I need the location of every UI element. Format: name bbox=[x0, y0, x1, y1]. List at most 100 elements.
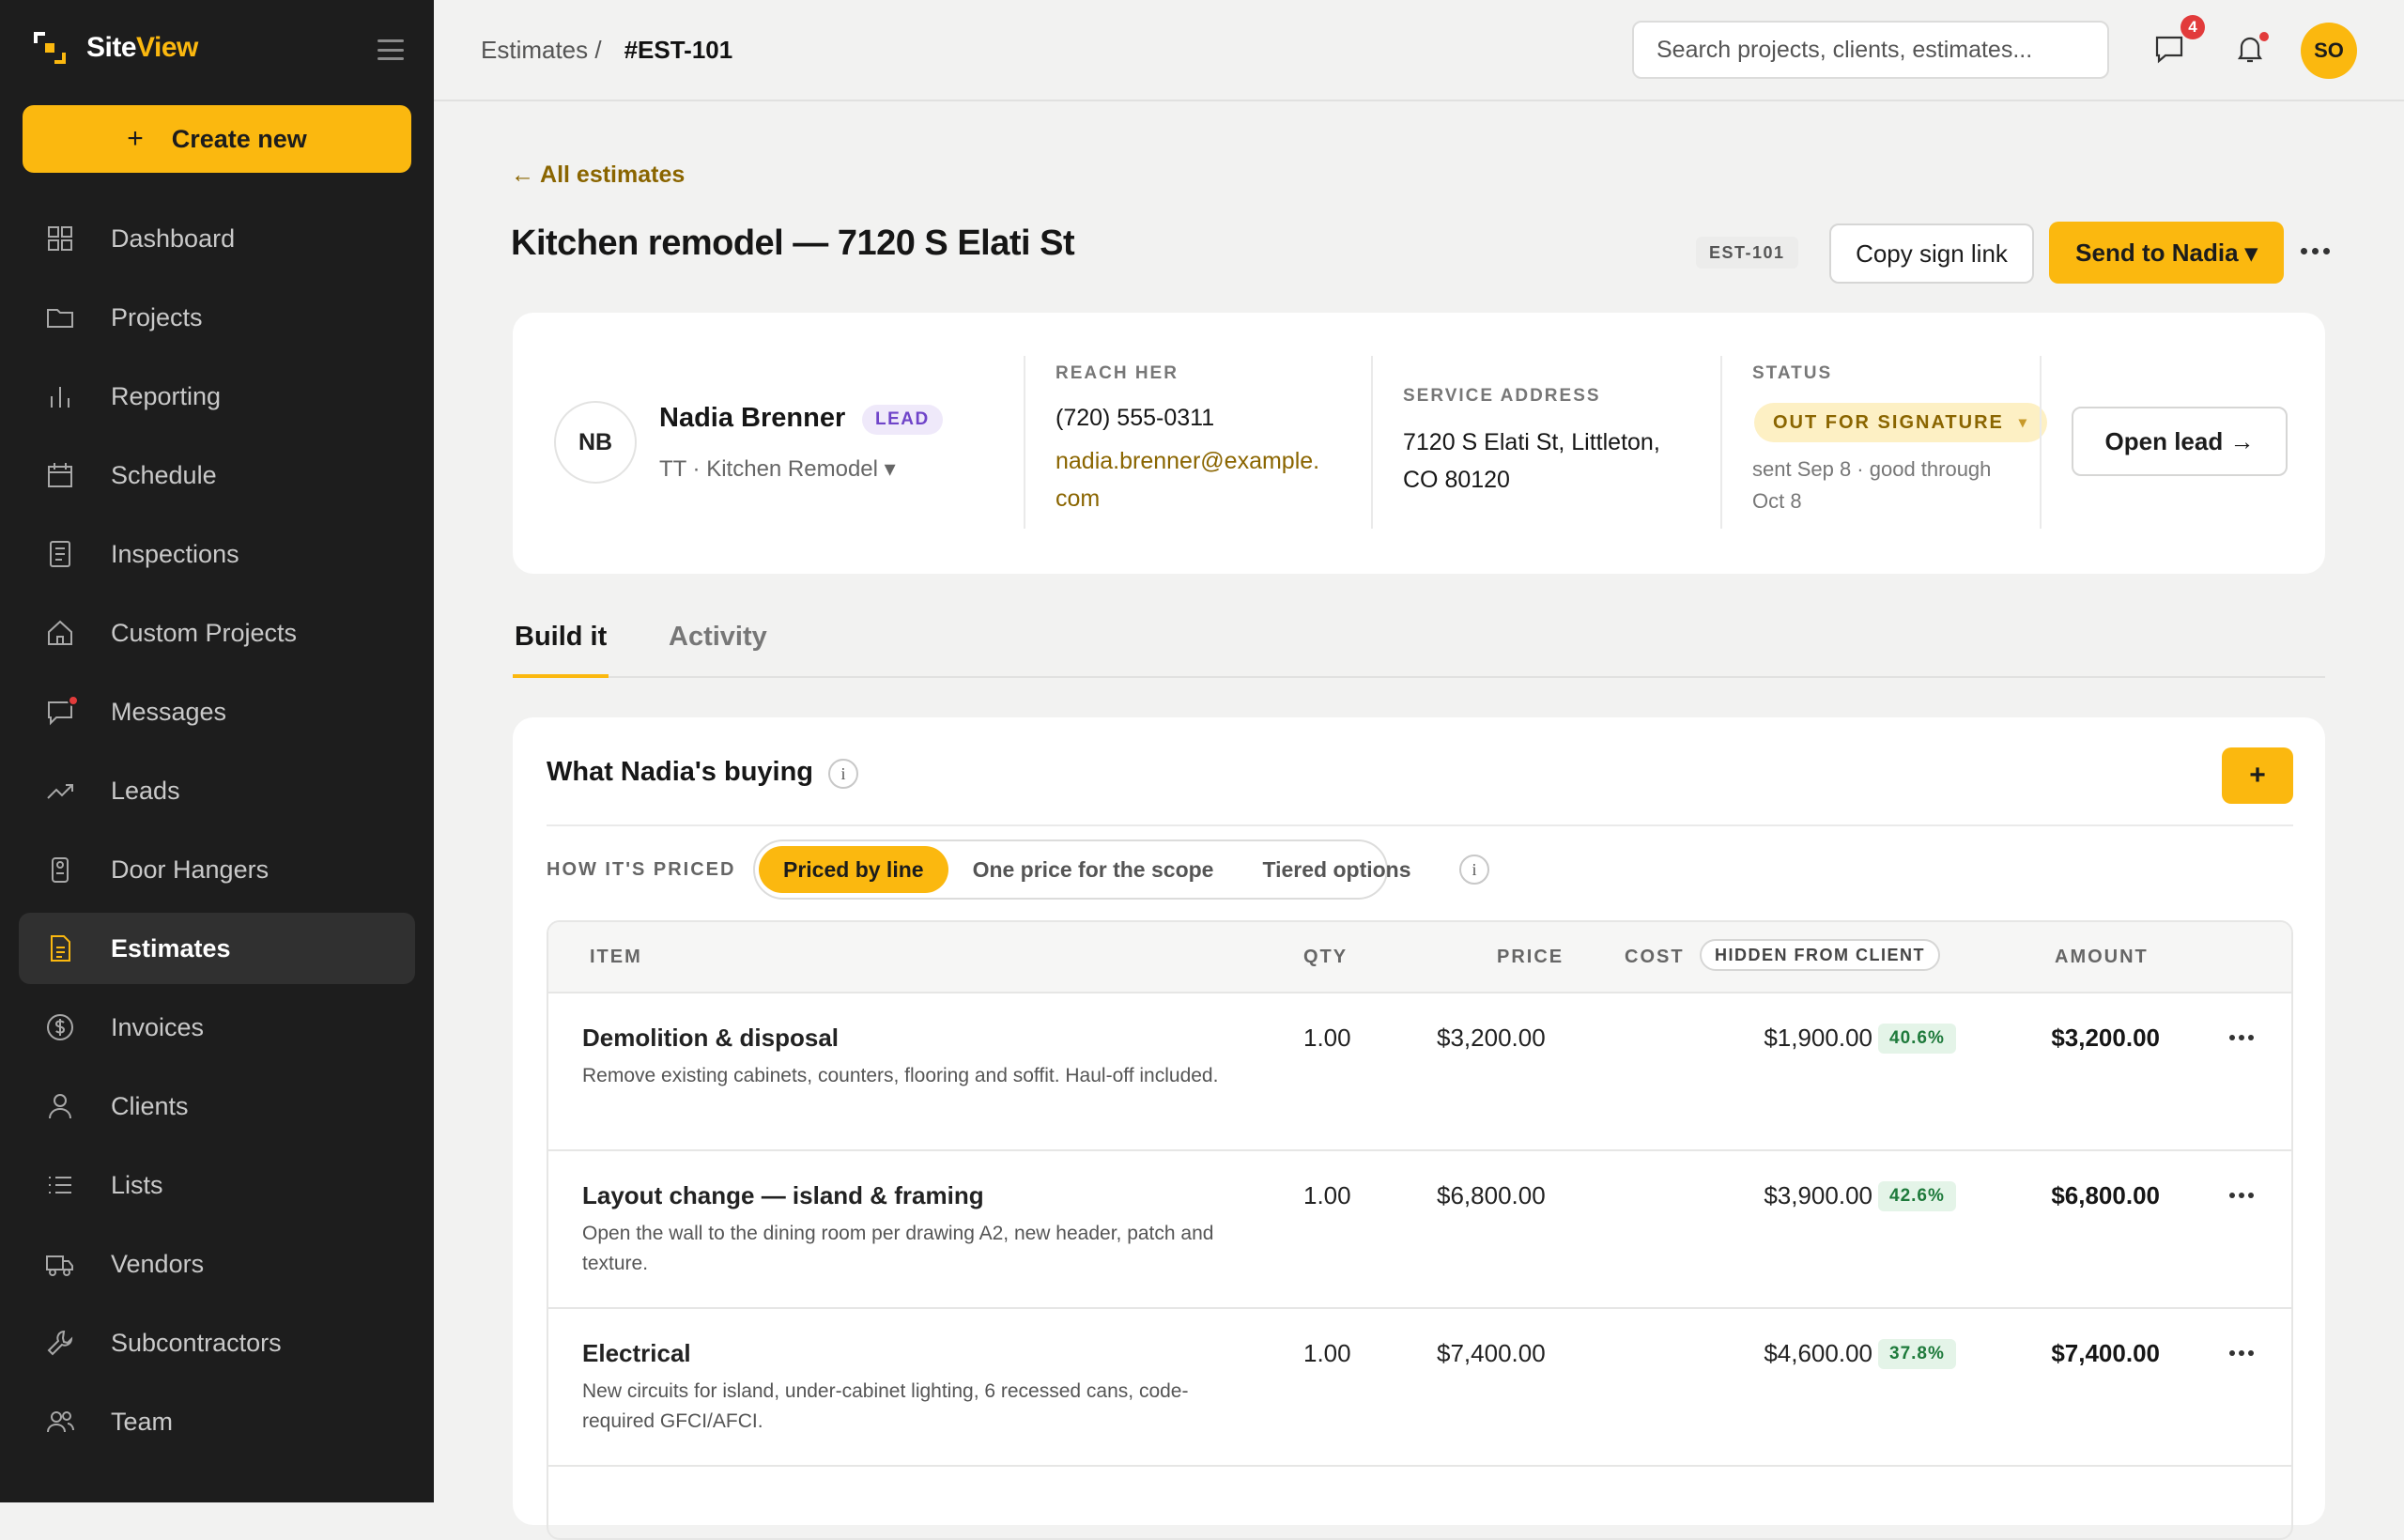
client-name[interactable]: Nadia Brenner bbox=[659, 403, 845, 434]
create-new-button[interactable]: + Create new bbox=[23, 105, 411, 173]
folder-icon bbox=[45, 302, 75, 332]
service-address-line1: 7120 S Elati St, Littleton, bbox=[1403, 429, 1660, 455]
sidebar-item-invoices[interactable]: Invoices bbox=[19, 992, 415, 1063]
sidebar-item-label: Leads bbox=[111, 776, 180, 805]
divider bbox=[547, 824, 2293, 826]
status-note: sent Sep 8 · good through Oct 8 bbox=[1752, 457, 1992, 513]
tab-build-it[interactable]: Build it bbox=[513, 622, 609, 678]
sidebar-item-label: Subcontractors bbox=[111, 1328, 282, 1357]
send-to-client-button[interactable]: Send to Nadia ▾ bbox=[2049, 222, 2284, 284]
item-cost[interactable]: $4,600.00 bbox=[1764, 1339, 1872, 1368]
column-header-price: PRICE bbox=[1497, 947, 1564, 967]
row-more-icon[interactable] bbox=[2229, 1035, 2254, 1040]
tab-activity[interactable]: Activity bbox=[669, 622, 767, 678]
info-icon[interactable]: i bbox=[828, 759, 858, 789]
item-price[interactable]: $6,800.00 bbox=[1437, 1181, 1546, 1210]
sidebar-item-estimates[interactable]: Estimates bbox=[19, 913, 415, 984]
reach-label: REACH HER bbox=[1056, 363, 1179, 383]
client-email-line2[interactable]: com bbox=[1056, 480, 1100, 517]
message-count-badge: 4 bbox=[2181, 15, 2205, 39]
status-badge[interactable]: OUT FOR SIGNATURE ▾ bbox=[1754, 403, 2047, 442]
client-project-select[interactable]: TT · Kitchen Remodel ▾ bbox=[659, 455, 896, 483]
page-title: Kitchen remodel — 7120 S Elati St bbox=[511, 223, 1075, 263]
sidebar-item-label: Custom Projects bbox=[111, 618, 298, 647]
pricing-option-tiered[interactable]: Tiered options bbox=[1238, 846, 1435, 893]
sidebar-item-inspections[interactable]: Inspections bbox=[19, 518, 415, 590]
table-row[interactable]: Demolition & disposal Remove existing ca… bbox=[548, 993, 2291, 1151]
item-name: Layout change — island & framing bbox=[582, 1181, 984, 1209]
user-avatar[interactable]: SO bbox=[2301, 23, 2357, 79]
app-logo[interactable]: SiteView bbox=[32, 30, 198, 66]
breadcrumb: Estimates / #EST-101 bbox=[481, 36, 732, 65]
client-phone[interactable]: (720) 555-0311 bbox=[1056, 399, 1214, 437]
sidebar-item-door-hangers[interactable]: Door Hangers bbox=[19, 834, 415, 905]
sidebar-item-label: Lists bbox=[111, 1170, 163, 1199]
pricing-option-by-line[interactable]: Priced by line bbox=[759, 846, 948, 893]
client-card: NB Nadia Brenner LEAD TT · Kitchen Remod… bbox=[513, 313, 2325, 574]
item-price[interactable]: $7,400.00 bbox=[1437, 1339, 1546, 1368]
pricing-option-one-price[interactable]: One price for the scope bbox=[948, 846, 1239, 893]
sidebar-nav: Dashboard Projects Reporting Schedule In… bbox=[19, 203, 415, 1465]
item-cost[interactable]: $1,900.00 bbox=[1764, 1024, 1872, 1053]
dollar-icon bbox=[45, 1012, 75, 1042]
margin-badge: 40.6% bbox=[1878, 1024, 1956, 1054]
table-row[interactable]: Layout change — island & framing Open th… bbox=[548, 1151, 2291, 1309]
team-icon bbox=[45, 1407, 75, 1437]
search-input[interactable] bbox=[1632, 21, 2109, 79]
sidebar-item-reporting[interactable]: Reporting bbox=[19, 361, 415, 432]
item-name: Demolition & disposal bbox=[582, 1024, 840, 1052]
chat-icon[interactable] bbox=[2152, 32, 2186, 66]
dashboard-icon bbox=[45, 223, 75, 254]
lead-badge: LEAD bbox=[862, 405, 943, 435]
more-options-icon[interactable] bbox=[2301, 248, 2330, 254]
status-label: STATUS bbox=[1752, 363, 1833, 383]
item-cost[interactable]: $3,900.00 bbox=[1764, 1181, 1872, 1210]
client-avatar: NB bbox=[554, 401, 637, 484]
truck-icon bbox=[45, 1249, 75, 1279]
list-icon bbox=[45, 1170, 75, 1200]
copy-sign-link-button[interactable]: Copy sign link bbox=[1829, 223, 2034, 284]
row-more-icon[interactable] bbox=[2229, 1193, 2254, 1198]
sidebar-item-lists[interactable]: Lists bbox=[19, 1149, 415, 1221]
sidebar-item-label: Estimates bbox=[111, 933, 231, 962]
sidebar-item-leads[interactable]: Leads bbox=[19, 755, 415, 826]
info-icon[interactable]: i bbox=[1459, 855, 1489, 885]
house-icon bbox=[45, 618, 75, 648]
sidebar-item-label: Projects bbox=[111, 302, 203, 331]
service-address-line2: CO 80120 bbox=[1403, 467, 1510, 493]
item-qty[interactable]: 1.00 bbox=[1303, 1181, 1351, 1210]
sidebar-item-label: Dashboard bbox=[111, 223, 236, 253]
menu-icon[interactable] bbox=[378, 39, 404, 60]
breadcrumb-parent[interactable]: Estimates / bbox=[481, 36, 602, 65]
item-price[interactable]: $3,200.00 bbox=[1437, 1024, 1546, 1053]
sidebar-item-schedule[interactable]: Schedule bbox=[19, 439, 415, 511]
sidebar-item-dashboard[interactable]: Dashboard bbox=[19, 203, 415, 274]
sidebar-item-vendors[interactable]: Vendors bbox=[19, 1228, 415, 1300]
chevron-down-icon: ▾ bbox=[2018, 415, 2028, 431]
item-description: Remove existing cabinets, counters, floo… bbox=[582, 1065, 1219, 1086]
add-line-item-button[interactable]: + bbox=[2222, 747, 2293, 804]
item-name: Electrical bbox=[582, 1339, 691, 1367]
line-items-table: ITEM QTY PRICE COST HIDDEN FROM CLIENT A… bbox=[547, 920, 2293, 1540]
app-name-part1: Site bbox=[86, 32, 137, 63]
open-lead-button[interactable]: Open lead → bbox=[2072, 407, 2288, 476]
sidebar-item-messages[interactable]: Messages bbox=[19, 676, 415, 747]
item-qty[interactable]: 1.00 bbox=[1303, 1339, 1351, 1368]
item-amount: $6,800.00 bbox=[2051, 1181, 2160, 1209]
back-to-estimates-link[interactable]: ← All estimates bbox=[511, 162, 685, 189]
sidebar-item-custom-projects[interactable]: Custom Projects bbox=[19, 597, 415, 669]
sidebar-item-projects[interactable]: Projects bbox=[19, 282, 415, 353]
sidebar-item-clients[interactable]: Clients bbox=[19, 1070, 415, 1142]
estimate-icon bbox=[45, 933, 75, 963]
row-more-icon[interactable] bbox=[2229, 1350, 2254, 1356]
margin-badge: 42.6% bbox=[1878, 1181, 1956, 1211]
door-hanger-icon bbox=[45, 855, 75, 885]
table-row[interactable]: Electrical New circuits for island, unde… bbox=[548, 1309, 2291, 1467]
column-header-item: ITEM bbox=[590, 947, 642, 967]
sidebar-item-subcontractors[interactable]: Subcontractors bbox=[19, 1307, 415, 1378]
item-qty[interactable]: 1.00 bbox=[1303, 1024, 1351, 1053]
document-icon bbox=[45, 539, 75, 569]
client-email-line1[interactable]: nadia.brenner@example. bbox=[1056, 442, 1319, 480]
create-new-label: Create new bbox=[171, 124, 307, 153]
sidebar-item-team[interactable]: Team bbox=[19, 1386, 415, 1457]
